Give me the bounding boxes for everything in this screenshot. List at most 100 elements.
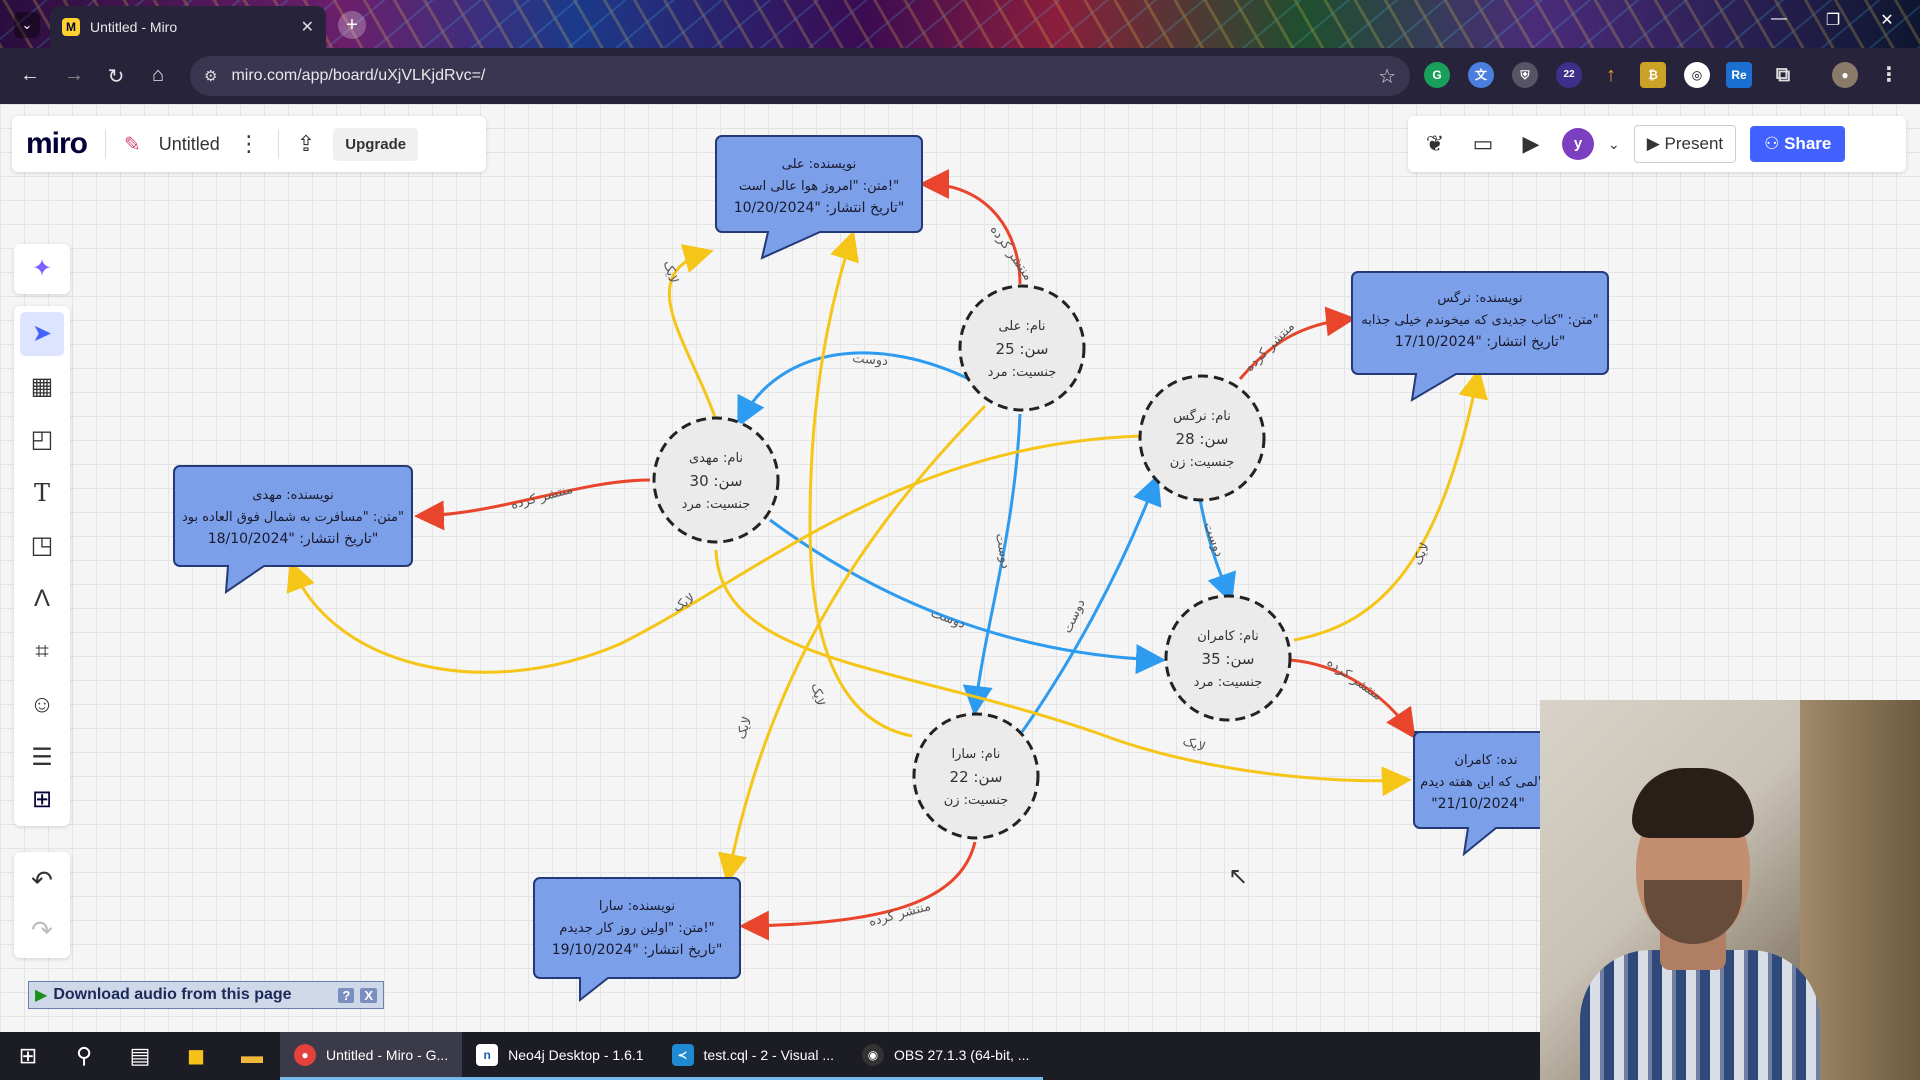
grammarly-icon[interactable]: G bbox=[1424, 62, 1450, 88]
browser-tab-active[interactable]: M Untitled - Miro ✕ bbox=[50, 6, 326, 48]
text-tool-icon[interactable]: T bbox=[20, 471, 64, 515]
task-view-icon[interactable]: ▤ bbox=[112, 1032, 168, 1080]
redo-icon[interactable]: ↷ bbox=[20, 908, 64, 952]
board-menu-icon[interactable]: ⋮ bbox=[238, 131, 260, 157]
person-beard bbox=[1644, 880, 1742, 944]
person-age: سن: 25 bbox=[996, 340, 1049, 358]
tab-search-button[interactable]: ⌄ bbox=[14, 12, 40, 38]
download-audio-button[interactable]: Download audio from this page bbox=[53, 986, 291, 1004]
comment-tool-icon[interactable]: ☰ bbox=[20, 736, 64, 780]
person-node-kamran[interactable]: نام: کامران سن: 35 جنسیت: مرد bbox=[1164, 594, 1292, 722]
windows-start-icon[interactable]: ⊞ bbox=[0, 1032, 56, 1080]
site-info-icon[interactable]: ⚙ bbox=[204, 67, 217, 85]
edge-label: منتشر کرده bbox=[867, 899, 932, 930]
extensions-puzzle-icon[interactable]: ⧉ bbox=[1770, 62, 1796, 88]
browser-menu-icon[interactable]: ⋮ bbox=[1876, 62, 1902, 88]
shield-icon[interactable]: ⛨ bbox=[1512, 62, 1538, 88]
reactions-icon[interactable]: ❦ bbox=[1418, 131, 1452, 157]
miro-logo[interactable]: miro bbox=[26, 127, 88, 161]
wallet-icon[interactable]: ₿ bbox=[1640, 62, 1666, 88]
video-call-icon[interactable]: ▶ bbox=[1514, 131, 1548, 157]
minimize-icon[interactable]: — bbox=[1756, 10, 1802, 28]
taskbar-app-label: Untitled - Miro - G... bbox=[326, 1046, 449, 1063]
present-label: Present bbox=[1664, 134, 1724, 153]
sticky-app-icon[interactable]: ◼ bbox=[168, 1032, 224, 1080]
reload-icon[interactable]: ↻ bbox=[102, 64, 130, 89]
person-gender: جنسیت: زن bbox=[1170, 455, 1235, 470]
forward-icon[interactable]: → bbox=[60, 64, 88, 87]
edge-label: دوست bbox=[1200, 520, 1226, 559]
ai-sparkle-icon[interactable]: ✦ bbox=[14, 244, 70, 294]
edge-sara-like-ali-post bbox=[808, 230, 913, 738]
templates-icon[interactable]: ▦ bbox=[20, 365, 64, 409]
post-node-kamran[interactable]: نده: کامران لمی که این هفته دیدم" "21/10… bbox=[1413, 731, 1545, 857]
person-node-sara[interactable]: نام: سارا سن: 22 جنسیت: زن bbox=[912, 712, 1040, 840]
search-icon[interactable]: ⚲ bbox=[56, 1032, 112, 1080]
present-button[interactable]: ▶ Present bbox=[1633, 125, 1737, 163]
bookmark-star-icon[interactable]: ☆ bbox=[1378, 64, 1396, 89]
export-icon[interactable]: ⇪ bbox=[297, 131, 315, 157]
home-icon[interactable]: ⌂ bbox=[144, 64, 172, 87]
edge-label: منتشر کرده bbox=[1242, 319, 1298, 375]
undo-icon[interactable]: ↶ bbox=[20, 858, 64, 902]
divider bbox=[105, 129, 107, 159]
post-author: نویسنده: سارا bbox=[599, 899, 675, 914]
shapes-icon[interactable]: ◳ bbox=[20, 524, 64, 568]
post-author: نده: کامران bbox=[1454, 753, 1517, 768]
post-node-ali[interactable]: نویسنده: علی متن: "امروز هوا عالی است!" … bbox=[715, 135, 923, 260]
re-extension-icon[interactable]: Re bbox=[1726, 62, 1752, 88]
post-node-narges[interactable]: نویسنده: نرگس متن: "کتاب جدیدی که میخوند… bbox=[1351, 271, 1609, 402]
post-date: تاریخ انتشار: "10/20/2024" bbox=[734, 200, 905, 216]
close-window-icon[interactable]: ✕ bbox=[1864, 10, 1910, 30]
post-node-mahdi[interactable]: نویسنده: مهدی متن: "مسافرت به شمال فوق ا… bbox=[173, 465, 413, 595]
add-more-icon[interactable]: ⊞ bbox=[20, 778, 64, 822]
pen-icon[interactable]: Λ bbox=[20, 577, 64, 621]
file-explorer-icon[interactable]: ▬ bbox=[224, 1032, 280, 1080]
left-toolbar: ➤ ▦ ◰ T ◳ Λ ⌗ ☺ ☰ ⊞ bbox=[14, 306, 70, 826]
download-audio-bar: ▶ Download audio from this page ? X bbox=[28, 981, 384, 1009]
neo4j-icon: n bbox=[476, 1043, 499, 1066]
comment-icon[interactable]: ▭ bbox=[1466, 131, 1500, 157]
mouse-cursor-icon: ↖ bbox=[1228, 863, 1249, 890]
taskbar-app-vscode[interactable]: ≺ test.cql - 2 - Visual ... bbox=[657, 1032, 849, 1080]
browser-toolbar: ← → ↻ ⌂ ⚙ miro.com/app/board/uXjVLKjdRvc… bbox=[0, 48, 1920, 104]
back-icon[interactable]: ← bbox=[16, 64, 44, 87]
share-button[interactable]: ⚇ Share bbox=[1750, 126, 1846, 162]
taskbar-app-neo4j[interactable]: n Neo4j Desktop - 1.6.1 bbox=[462, 1032, 658, 1080]
divider bbox=[277, 129, 279, 159]
frame-icon[interactable]: ⌗ bbox=[20, 630, 64, 674]
person-name: نام: نرگس bbox=[1173, 408, 1231, 424]
person-node-narges[interactable]: نام: نرگس سن: 28 جنسیت: زن bbox=[1138, 374, 1266, 502]
edge-label: دوست bbox=[992, 532, 1013, 570]
user-avatar[interactable]: y bbox=[1562, 128, 1594, 160]
board-title[interactable]: Untitled bbox=[159, 134, 220, 155]
new-tab-button[interactable]: + bbox=[338, 11, 366, 39]
taskbar-app-chrome[interactable]: ● Untitled - Miro - G... bbox=[280, 1032, 463, 1080]
tab-title: Untitled - Miro bbox=[90, 19, 178, 35]
taskbar-app-obs[interactable]: ◉ OBS 27.1.3 (64-bit, ... bbox=[848, 1032, 1044, 1080]
select-cursor-icon[interactable]: ➤ bbox=[20, 312, 64, 356]
sticky-note-icon[interactable]: ◰ bbox=[20, 418, 64, 462]
address-bar[interactable]: ⚙ miro.com/app/board/uXjVLKjdRvc=/ ☆ bbox=[190, 56, 1410, 96]
edge-label: لایک bbox=[1181, 734, 1207, 756]
person-node-mahdi[interactable]: نام: مهدی سن: 30 جنسیت: مرد bbox=[652, 416, 780, 544]
extension-badge-icon[interactable]: 22 bbox=[1556, 62, 1582, 88]
post-node-sara[interactable]: نویسنده: سارا متن: "اولین روز کار جدیدم!… bbox=[533, 877, 741, 1003]
board-icon[interactable]: ✎ bbox=[124, 132, 141, 157]
close-tab-icon[interactable]: ✕ bbox=[301, 17, 314, 37]
chrome-icon: ● bbox=[294, 1043, 316, 1066]
close-icon[interactable]: X bbox=[360, 987, 377, 1003]
profile-avatar[interactable]: ● bbox=[1832, 62, 1858, 88]
edge-label: منتشر کرده bbox=[1324, 655, 1385, 704]
chatgpt-icon[interactable]: ◎ bbox=[1684, 62, 1710, 88]
person-name: نام: کامران bbox=[1197, 629, 1259, 644]
translate-icon[interactable]: 文 bbox=[1468, 62, 1494, 88]
person-node-ali[interactable]: نام: علی سن: 25 جنسیت: مرد bbox=[958, 284, 1086, 412]
help-icon[interactable]: ? bbox=[338, 987, 355, 1003]
restore-icon[interactable]: ❐ bbox=[1810, 10, 1856, 30]
upgrade-button[interactable]: Upgrade bbox=[333, 127, 419, 161]
chevron-down-icon[interactable]: ⌄ bbox=[1608, 136, 1620, 153]
stickers-icon[interactable]: ☺ bbox=[20, 683, 64, 727]
arrow-up-icon[interactable]: ↑ bbox=[1598, 62, 1624, 88]
person-gender: جنسیت: مرد bbox=[988, 365, 1057, 380]
